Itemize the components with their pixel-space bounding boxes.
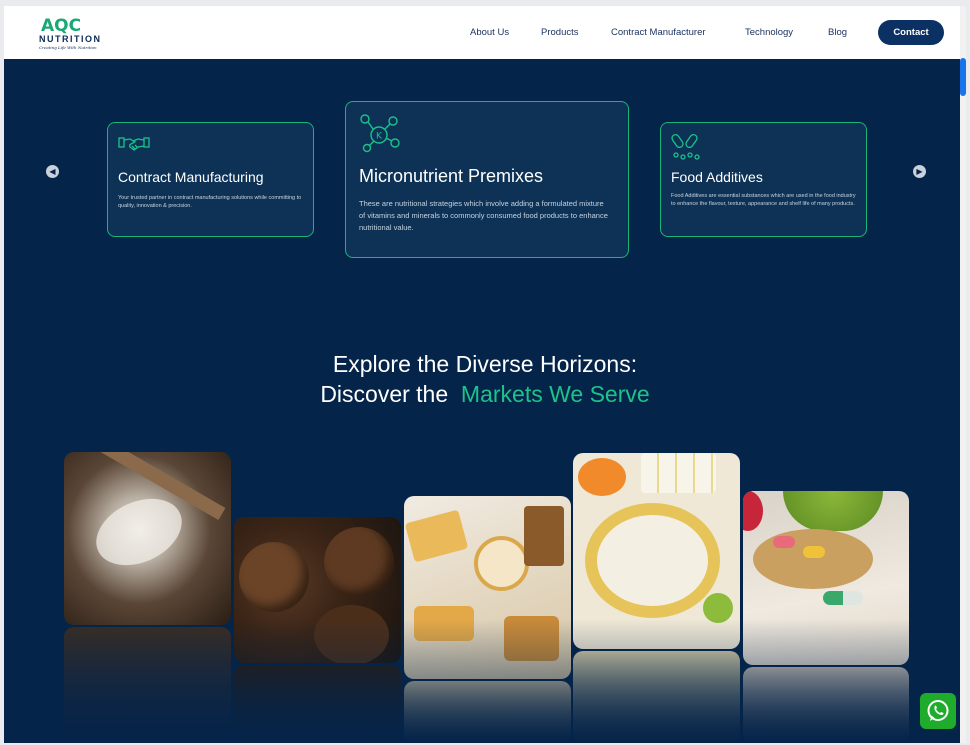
service-card-contract-manufacturing[interactable]: Contract Manufacturing Your trusted part… [107, 122, 314, 237]
capsule [773, 536, 795, 548]
snack-board [524, 506, 564, 566]
nav-products[interactable]: Products [541, 27, 579, 38]
logo-mark: AQC [41, 16, 82, 36]
card-title: Micronutrient Premixes [359, 166, 544, 186]
card-title: Contract Manufacturing [118, 169, 264, 185]
porridge [597, 515, 708, 606]
whatsapp-button[interactable] [920, 693, 956, 729]
berry [743, 491, 763, 531]
heading-accent-text: Markets We Serve [460, 381, 650, 407]
whatsapp-icon [927, 700, 949, 721]
fade-overlay [4, 619, 966, 743]
card-description: Your trusted partner in contract manufac… [118, 195, 302, 209]
snack-bar [404, 509, 469, 563]
cookie [324, 527, 394, 597]
section-heading-line1: Explore the Diverse Horizons: [332, 351, 638, 377]
carousel-next-button[interactable]: ▶ [913, 165, 926, 178]
handshake-icon [118, 137, 150, 151]
molecule-icon: K [360, 114, 400, 153]
kiwi [783, 491, 883, 531]
card-description: These are nutritional strategies which i… [359, 199, 608, 232]
carousel-prev-button[interactable]: ◀ [46, 165, 59, 178]
capsule [823, 591, 863, 605]
site-logo[interactable]: AQC NUTRITION Creating Life With Nutriti… [39, 16, 119, 52]
card-description: Food Additives are essential substances … [671, 193, 856, 207]
service-card-food-additives[interactable]: Food Additives Food Additives are essent… [660, 122, 867, 237]
snack-bowl [474, 536, 529, 591]
main-content: ◀ ▶ Contract Manufacturing Your trusted … [4, 59, 966, 743]
nav-about-us[interactable]: About Us [470, 27, 509, 38]
capsule [803, 546, 825, 558]
contact-button[interactable]: Contact [878, 20, 944, 45]
cookie [239, 542, 309, 612]
wooden-spoon [753, 529, 873, 589]
scrollbar-track[interactable] [960, 6, 966, 743]
flour-pile [85, 485, 193, 579]
heading-plain-text: Discover the [320, 381, 449, 407]
market-image-bakery-flour[interactable] [64, 452, 231, 625]
service-card-micronutrient-premixes[interactable]: K Micronutrient Premixes These are nutri… [345, 101, 629, 258]
logo-tagline: Creating Life With Nutrition [39, 45, 97, 50]
capsules-icon [671, 133, 700, 160]
svg-text:K: K [376, 132, 383, 142]
site-header: AQC NUTRITION Creating Life With Nutriti… [4, 6, 966, 59]
card-title: Food Additives [671, 169, 763, 185]
browser-viewport: AQC NUTRITION Creating Life With Nutriti… [4, 6, 966, 743]
logo-name: NUTRITION [39, 34, 102, 44]
ice-tray [641, 453, 716, 493]
carrot-puree [578, 458, 626, 496]
section-heading-line2: Discover the Markets We Serve [4, 381, 966, 408]
nav-blog[interactable]: Blog [828, 27, 847, 38]
nav-contract-manufacturer[interactable]: Contract Manufacturer [611, 27, 706, 38]
nav-technology[interactable]: Technology [745, 27, 793, 38]
scrollbar-thumb[interactable] [960, 58, 966, 96]
